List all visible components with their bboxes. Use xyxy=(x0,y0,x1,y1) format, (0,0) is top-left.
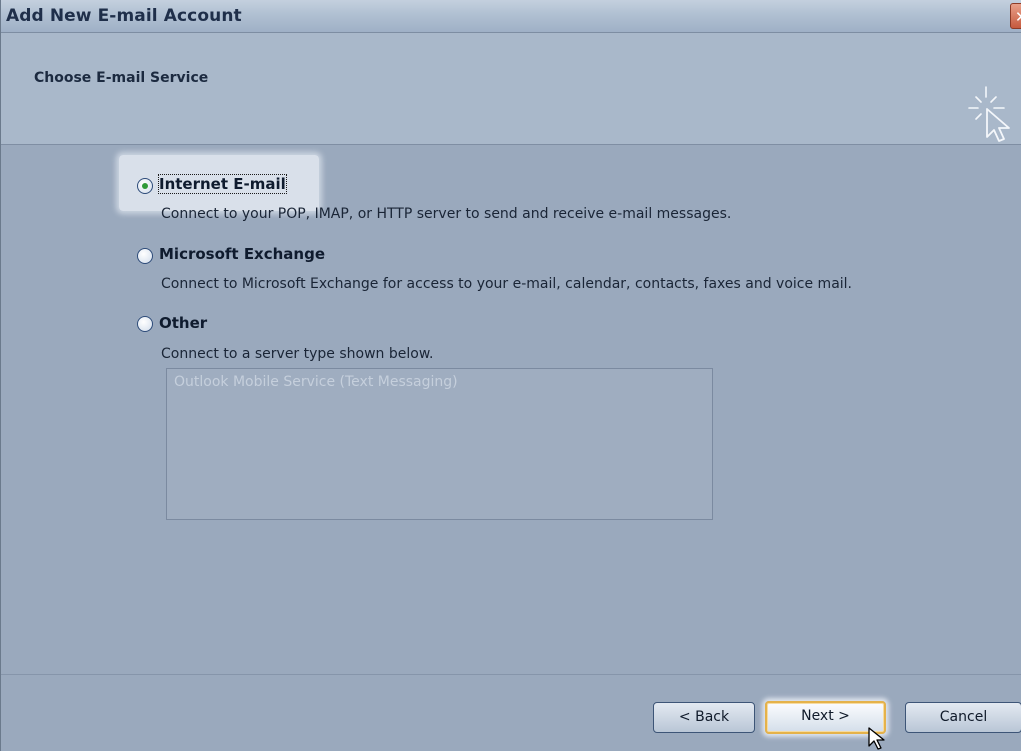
other-description: Connect to a server type shown below. xyxy=(161,346,434,362)
other-radio[interactable] xyxy=(137,316,153,332)
add-email-account-dialog: Add New E-mail Account ✕ Choose E-mail S… xyxy=(0,0,1021,751)
mouse-cursor-icon xyxy=(868,727,885,750)
page-title: Choose E-mail Service xyxy=(34,70,209,86)
internet-email-label[interactable]: Internet E-mail xyxy=(158,174,287,194)
internet-email-description: Connect to your POP, IMAP, or HTTP serve… xyxy=(161,206,732,222)
mouse-pointer-sparkle-icon xyxy=(968,86,1010,142)
wizard-header: Choose E-mail Service xyxy=(1,33,1021,145)
microsoft-exchange-radio[interactable] xyxy=(137,248,153,264)
cancel-button[interactable]: Cancel xyxy=(905,702,1021,733)
internet-email-radio[interactable] xyxy=(137,178,153,194)
list-item[interactable]: Outlook Mobile Service (Text Messaging) xyxy=(174,374,458,390)
back-button[interactable]: < Back xyxy=(653,702,755,733)
close-button[interactable]: ✕ xyxy=(1010,3,1021,29)
other-label[interactable]: Other xyxy=(159,314,207,332)
server-type-list[interactable]: Outlook Mobile Service (Text Messaging) xyxy=(166,368,713,520)
microsoft-exchange-label[interactable]: Microsoft Exchange xyxy=(159,245,325,263)
title-bar[interactable]: Add New E-mail Account ✕ xyxy=(1,0,1021,33)
window-title: Add New E-mail Account xyxy=(6,6,242,26)
microsoft-exchange-description: Connect to Microsoft Exchange for access… xyxy=(161,276,852,292)
